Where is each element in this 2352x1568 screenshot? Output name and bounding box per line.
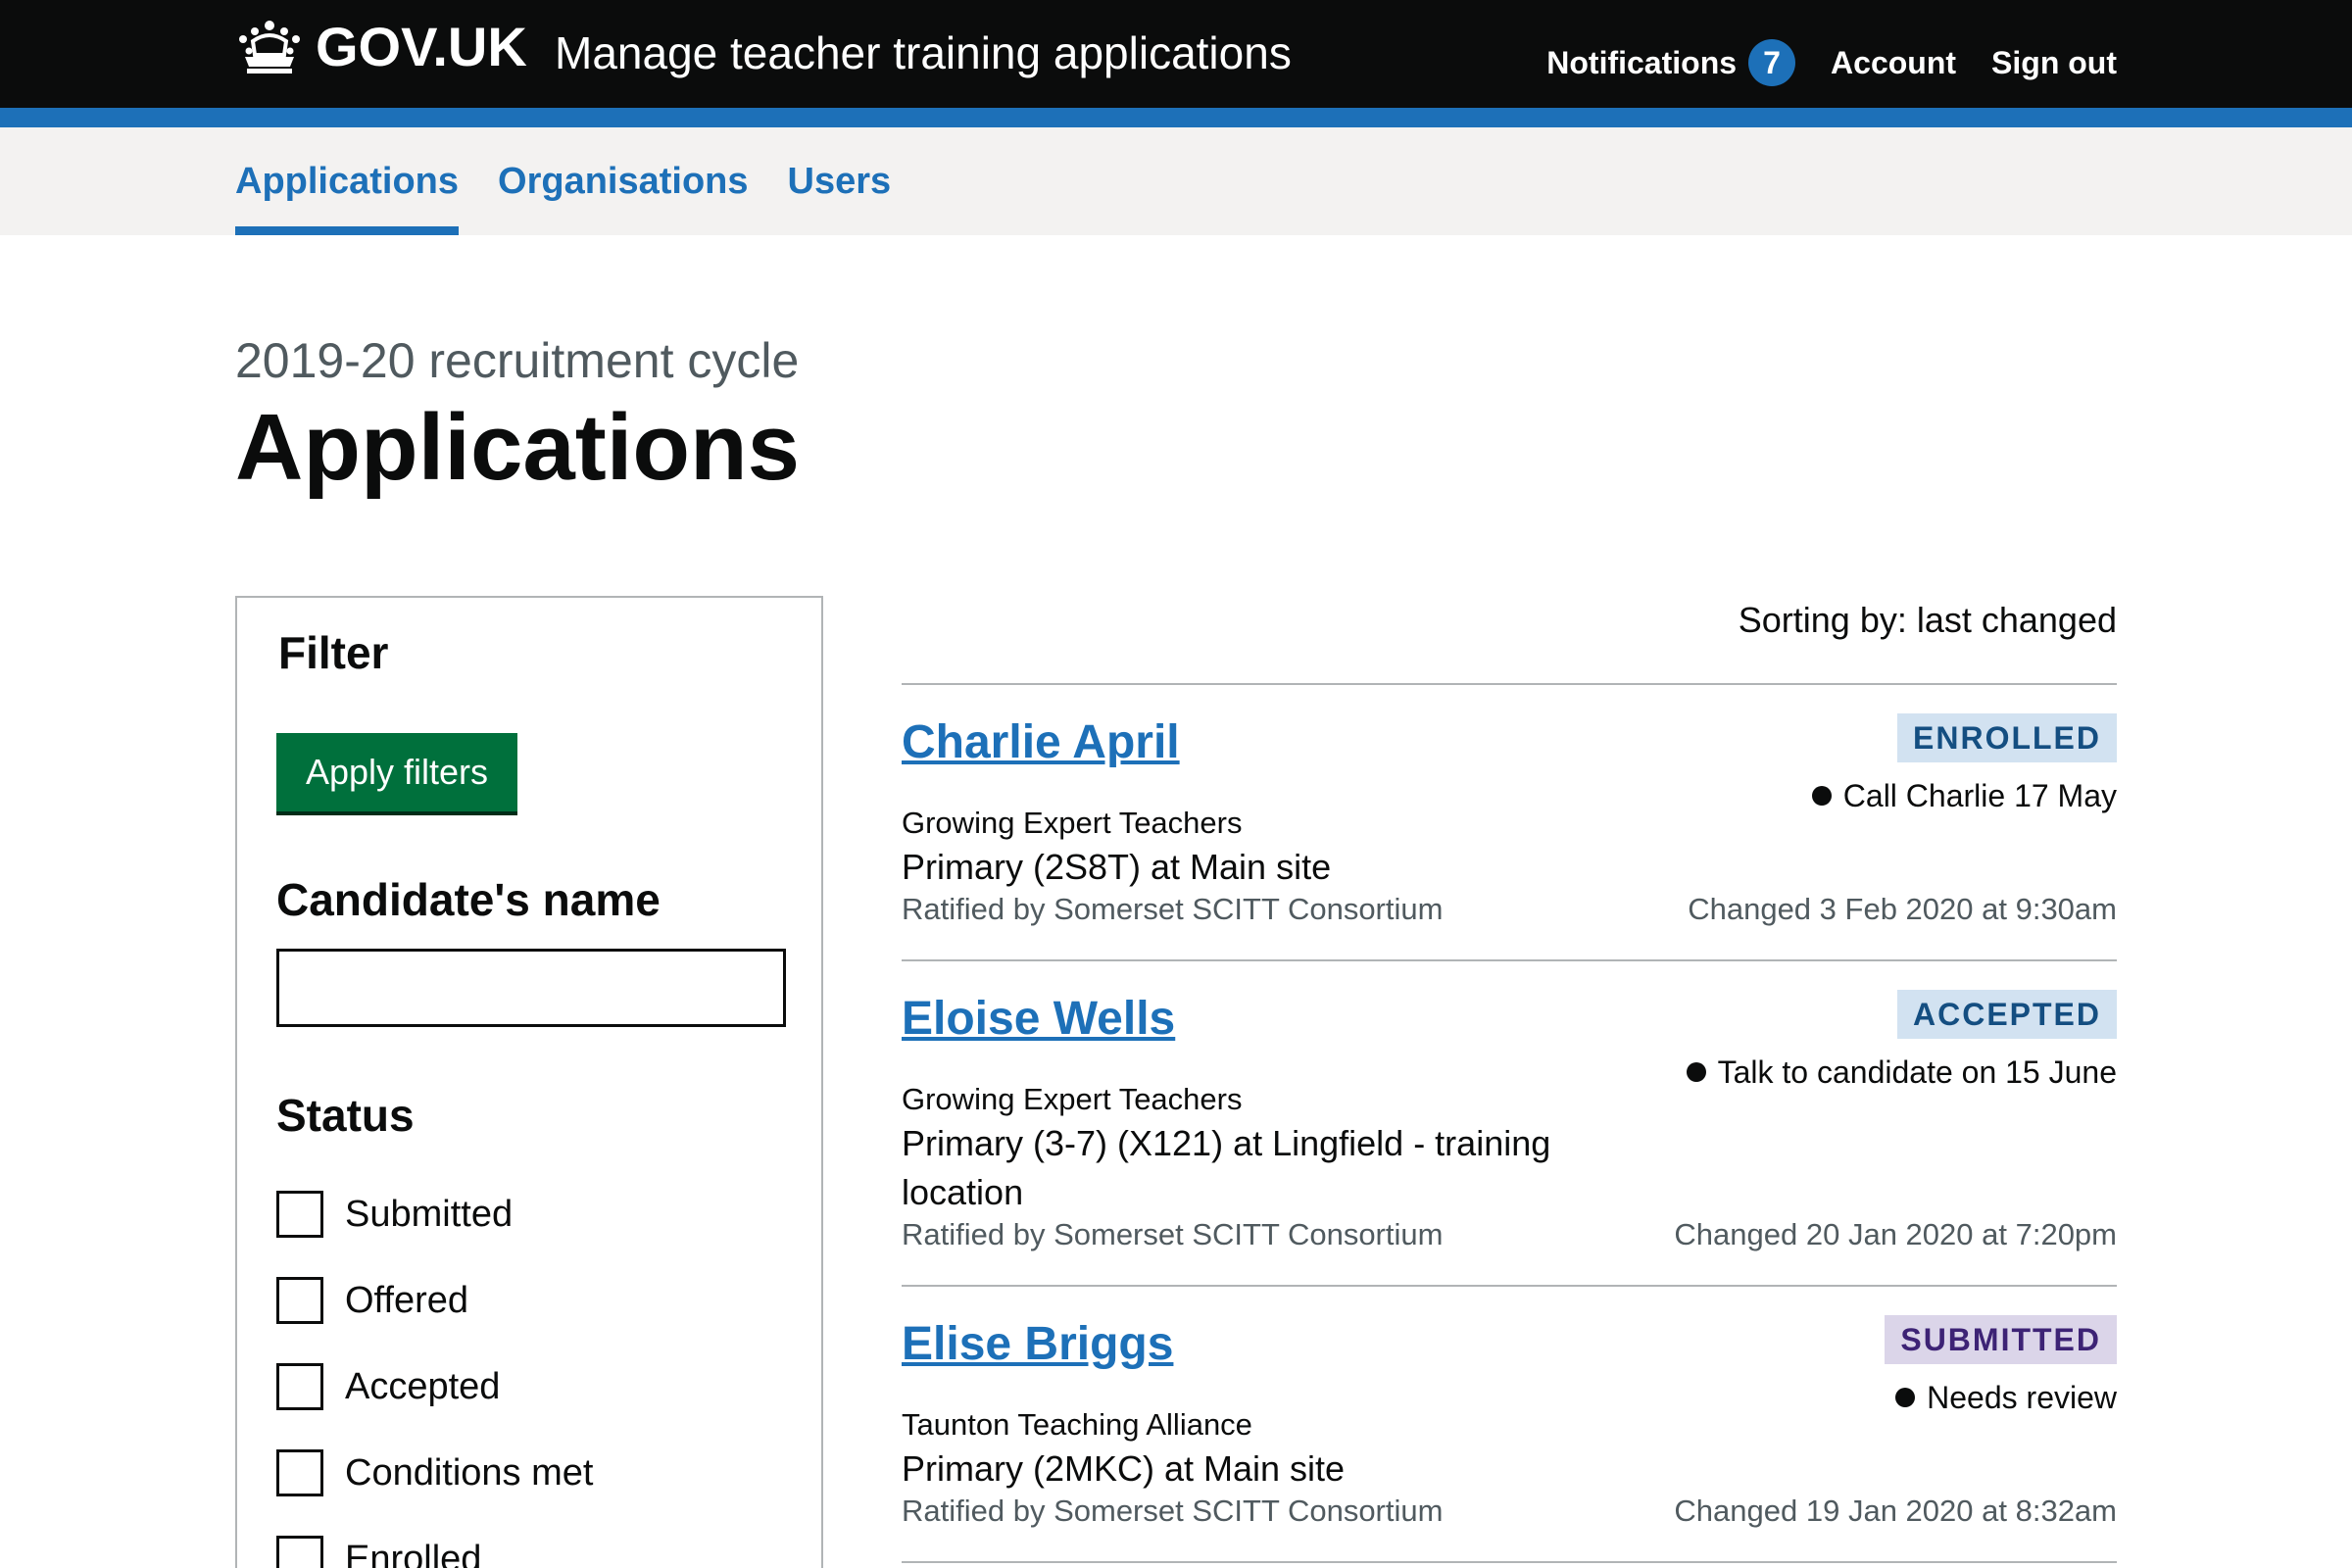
ratified-by: Ratified by Somerset SCITT Consortium bbox=[902, 1494, 1444, 1528]
page-title: Applications bbox=[235, 395, 801, 500]
header-nav: Notifications 7 Account Sign out bbox=[1546, 39, 2117, 86]
ratified-by: Ratified by Somerset SCITT Consortium bbox=[902, 892, 1444, 926]
logo-text: GOV.UK bbox=[316, 16, 527, 77]
checkbox[interactable] bbox=[276, 1191, 323, 1238]
status-checkbox-offered[interactable]: Offered bbox=[276, 1276, 468, 1325]
bullet-icon bbox=[1811, 786, 1832, 806]
checkbox-label: Accepted bbox=[345, 1366, 501, 1407]
divider bbox=[902, 683, 2117, 685]
page-caption: 2019-20 recruitment cycle bbox=[235, 333, 800, 388]
divider bbox=[902, 1561, 2117, 1563]
candidate-name-link[interactable]: Elise Briggs bbox=[902, 1315, 1173, 1374]
divider bbox=[902, 959, 2117, 961]
account-link[interactable]: Account bbox=[1831, 45, 1956, 81]
filter-title: Filter bbox=[278, 627, 389, 678]
status-checkbox-enrolled[interactable]: Enrolled bbox=[276, 1535, 481, 1568]
note: Talk to candidate on 15 June bbox=[1686, 1051, 2117, 1094]
apply-filters-button[interactable]: Apply filters bbox=[276, 733, 517, 811]
status-label: Status bbox=[276, 1090, 415, 1141]
candidate-name-link[interactable]: Eloise Wells bbox=[902, 990, 1175, 1049]
status-checkbox-conditions-met[interactable]: Conditions met bbox=[276, 1448, 593, 1497]
application-row: Charlie April ENROLLED Call Charlie 17 M… bbox=[902, 713, 2117, 931]
course-name: Primary (3-7) (X121) at Lingfield - trai… bbox=[902, 1123, 1551, 1212]
bullet-icon bbox=[1686, 1062, 1706, 1082]
service-name[interactable]: Manage teacher training applications bbox=[555, 24, 1292, 82]
candidate-name-label: Candidate's name bbox=[276, 874, 661, 925]
site-header: GOV.UK Manage teacher training applicati… bbox=[0, 0, 2352, 108]
sorting-label: Sorting by: last changed bbox=[1738, 600, 2117, 640]
notifications-count-badge: 7 bbox=[1748, 39, 1796, 86]
crown-icon bbox=[239, 21, 300, 74]
checkbox[interactable] bbox=[276, 1277, 323, 1324]
checkbox-label: Conditions met bbox=[345, 1452, 594, 1494]
provider-name: Growing Expert Teachers bbox=[902, 1082, 1243, 1116]
ratified-by: Ratified by Somerset SCITT Consortium bbox=[902, 1217, 1444, 1251]
note-text: Needs review bbox=[1927, 1380, 2117, 1415]
govuk-logo-link[interactable]: GOV.UK bbox=[235, 18, 527, 76]
nav-organisations[interactable]: Organisations bbox=[498, 127, 749, 235]
notifications-link[interactable]: Notifications 7 bbox=[1546, 39, 1796, 86]
checkbox[interactable] bbox=[276, 1363, 323, 1410]
note-text: Talk to candidate on 15 June bbox=[1717, 1054, 2117, 1090]
checkbox-label: Offered bbox=[345, 1280, 469, 1321]
note: Needs review bbox=[1895, 1376, 2117, 1419]
primary-navigation: Applications Organisations Users bbox=[0, 127, 2352, 235]
filter-panel: Filter Apply filters Candidate's name St… bbox=[235, 596, 823, 1568]
nav-users[interactable]: Users bbox=[788, 127, 892, 235]
sign-out-link[interactable]: Sign out bbox=[1991, 45, 2117, 81]
candidate-name-link[interactable]: Charlie April bbox=[902, 713, 1180, 772]
changed-date: Changed 20 Jan 2020 at 7:20pm bbox=[1674, 1217, 2117, 1251]
changed-date: Changed 3 Feb 2020 at 9:30am bbox=[1688, 892, 2117, 926]
status-tag: ENROLLED bbox=[1897, 713, 2117, 762]
status-tag: SUBMITTED bbox=[1885, 1315, 2117, 1364]
provider-name: Growing Expert Teachers bbox=[902, 806, 1243, 840]
note-text: Call Charlie 17 May bbox=[1842, 778, 2117, 813]
note: Call Charlie 17 May bbox=[1811, 774, 2117, 817]
header-blue-bar bbox=[0, 108, 2352, 127]
divider bbox=[902, 1285, 2117, 1287]
checkbox[interactable] bbox=[276, 1449, 323, 1496]
nav-applications[interactable]: Applications bbox=[235, 127, 460, 235]
checkbox-label: Enrolled bbox=[345, 1539, 482, 1568]
course-name: Primary (2MKC) at Main site bbox=[902, 1448, 1346, 1489]
bullet-icon bbox=[1895, 1388, 1916, 1407]
checkbox[interactable] bbox=[276, 1536, 323, 1568]
notifications-label: Notifications bbox=[1546, 44, 1738, 80]
checkbox-label: Submitted bbox=[345, 1194, 514, 1235]
changed-date: Changed 19 Jan 2020 at 8:32am bbox=[1674, 1494, 2117, 1528]
provider-name: Taunton Teaching Alliance bbox=[902, 1407, 1252, 1442]
application-row: Eloise Wells ACCEPTED Talk to candidate … bbox=[902, 990, 2117, 1254]
candidate-name-input[interactable] bbox=[276, 949, 786, 1027]
status-checkbox-accepted[interactable]: Accepted bbox=[276, 1362, 500, 1411]
status-tag: ACCEPTED bbox=[1896, 990, 2117, 1039]
course-name: Primary (2S8T) at Main site bbox=[902, 847, 1332, 887]
application-row: Elise Briggs SUBMITTED Needs review Taun… bbox=[902, 1315, 2117, 1533]
status-checkbox-submitted[interactable]: Submitted bbox=[276, 1190, 513, 1239]
